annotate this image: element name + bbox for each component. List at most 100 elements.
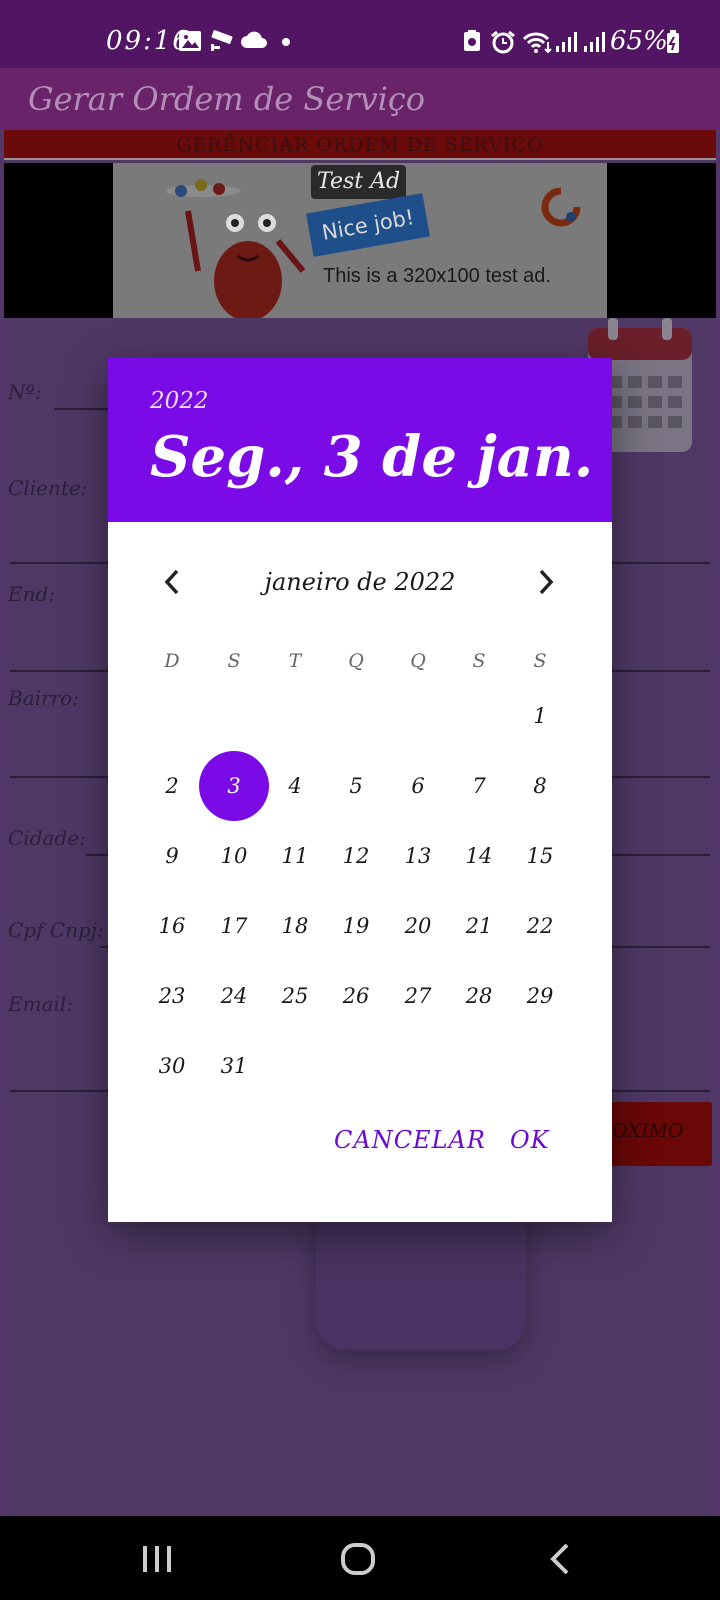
day-cell[interactable]: 14 [444, 821, 514, 891]
day-cell[interactable]: 26 [321, 961, 391, 1031]
selected-year[interactable]: 2022 [150, 388, 209, 414]
day-number: 31 [220, 1054, 248, 1078]
section-header: GERÊNCIAR ORDEM DE SERVIÇO [4, 130, 716, 160]
day-cell[interactable]: 31 [199, 1031, 269, 1101]
day-number: 24 [220, 984, 248, 1008]
day-number: 29 [526, 984, 554, 1008]
weekday-label: T [288, 650, 302, 672]
day-cell[interactable]: 18 [260, 891, 330, 961]
ad-banner[interactable]: Test Ad Nice job! This is a 320x100 test… [4, 163, 716, 318]
day-number: 3 [227, 774, 241, 798]
day-number: 12 [342, 844, 370, 868]
numero-label: Nº: [8, 380, 42, 404]
day-number: 26 [342, 984, 370, 1008]
day-cell[interactable]: 13 [383, 821, 453, 891]
day-cell[interactable]: 5 [321, 751, 391, 821]
wifi-icon [522, 32, 552, 54]
day-number: 11 [281, 844, 309, 868]
day-number: 15 [526, 844, 554, 868]
day-cell[interactable]: 17 [199, 891, 269, 961]
day-cell[interactable]: 28 [444, 961, 514, 1031]
cloud-icon [241, 31, 267, 48]
day-number: 23 [158, 984, 186, 1008]
battery-saver-icon [464, 30, 480, 51]
day-cell[interactable]: 20 [383, 891, 453, 961]
ok-button[interactable]: OK [510, 1114, 550, 1166]
day-number: 9 [165, 844, 179, 868]
day-number: 16 [158, 914, 186, 938]
day-cell[interactable]: 21 [444, 891, 514, 961]
day-number: 2 [165, 774, 179, 798]
day-cell[interactable]: 12 [321, 821, 391, 891]
day-number: 18 [281, 914, 309, 938]
endereco-label: End: [8, 582, 56, 606]
day-cell[interactable]: 22 [505, 891, 575, 961]
back-icon[interactable] [548, 1542, 572, 1576]
ad-headline: Nice job! [306, 193, 430, 257]
day-selected[interactable]: 3 [199, 751, 269, 821]
numero-field[interactable] [54, 408, 114, 410]
day-cell[interactable]: 23 [137, 961, 207, 1031]
weekday-label: S [227, 650, 241, 672]
cctv-icon [211, 30, 233, 51]
cancel-button[interactable]: CANCELAR [334, 1114, 486, 1166]
day-cell[interactable]: 25 [260, 961, 330, 1031]
day-number: 6 [411, 774, 425, 798]
next-month-button[interactable] [532, 566, 560, 598]
app-title: Gerar Ordem de Serviço [28, 80, 426, 118]
alarm-icon [491, 30, 515, 54]
gallery-icon [179, 31, 201, 51]
ad-creative[interactable]: Test Ad Nice job! This is a 320x100 test… [113, 163, 607, 318]
day-number: 21 [465, 914, 493, 938]
day-cell[interactable]: 10 [199, 821, 269, 891]
day-cell[interactable]: 1 [505, 681, 575, 751]
weekday-label: Q [410, 650, 426, 672]
day-cell[interactable]: 19 [321, 891, 391, 961]
day-cell[interactable]: 15 [505, 821, 575, 891]
selected-date: Seg., 3 de jan. [150, 424, 594, 490]
dialog-header: 2022 Seg., 3 de jan. [108, 358, 612, 522]
battery-percentage: 65% [610, 26, 668, 56]
weekday-label: Q [348, 650, 364, 672]
day-number: 28 [465, 984, 493, 1008]
day-cell[interactable]: 16 [137, 891, 207, 961]
day-number: 4 [288, 774, 302, 798]
signal-1-icon [556, 32, 577, 52]
ad-badge: Test Ad [311, 165, 407, 199]
navigation-bar [0, 1516, 720, 1600]
recent-apps-icon[interactable] [140, 1544, 174, 1574]
day-number: 10 [220, 844, 248, 868]
email-label: Email: [8, 992, 74, 1016]
status-bar: 09:16 65% [0, 0, 720, 68]
day-number: 27 [404, 984, 432, 1008]
day-number: 8 [533, 774, 547, 798]
home-icon[interactable] [340, 1542, 376, 1576]
bairro-label: Bairro: [8, 686, 79, 710]
day-cell[interactable]: 7 [444, 751, 514, 821]
day-number: 22 [526, 914, 554, 938]
weekday-label: S [533, 650, 547, 672]
day-number: 14 [465, 844, 493, 868]
day-number: 19 [342, 914, 370, 938]
day-number: 25 [281, 984, 309, 1008]
day-number: 7 [472, 774, 486, 798]
day-cell[interactable]: 8 [505, 751, 575, 821]
day-cell[interactable]: 24 [199, 961, 269, 1031]
ad-caption: This is a 320x100 test ad. [323, 265, 551, 287]
ad-mascot-image [165, 179, 306, 318]
cliente-label: Cliente: [8, 476, 88, 500]
day-number: 20 [404, 914, 432, 938]
day-cell[interactable]: 9 [137, 821, 207, 891]
day-cell[interactable]: 6 [383, 751, 453, 821]
cidade-label: Cidade: [8, 826, 86, 850]
day-cell[interactable]: 29 [505, 961, 575, 1031]
day-cell[interactable]: 2 [137, 751, 207, 821]
day-cell[interactable]: 4 [260, 751, 330, 821]
day-cell[interactable]: 30 [137, 1031, 207, 1101]
signal-2-icon [584, 32, 605, 52]
day-cell[interactable]: 27 [383, 961, 453, 1031]
notification-dot-icon [282, 38, 290, 46]
cpf-cnpj-label: Cpf Cnpj: [8, 918, 104, 942]
battery-icon [667, 30, 679, 53]
day-cell[interactable]: 11 [260, 821, 330, 891]
